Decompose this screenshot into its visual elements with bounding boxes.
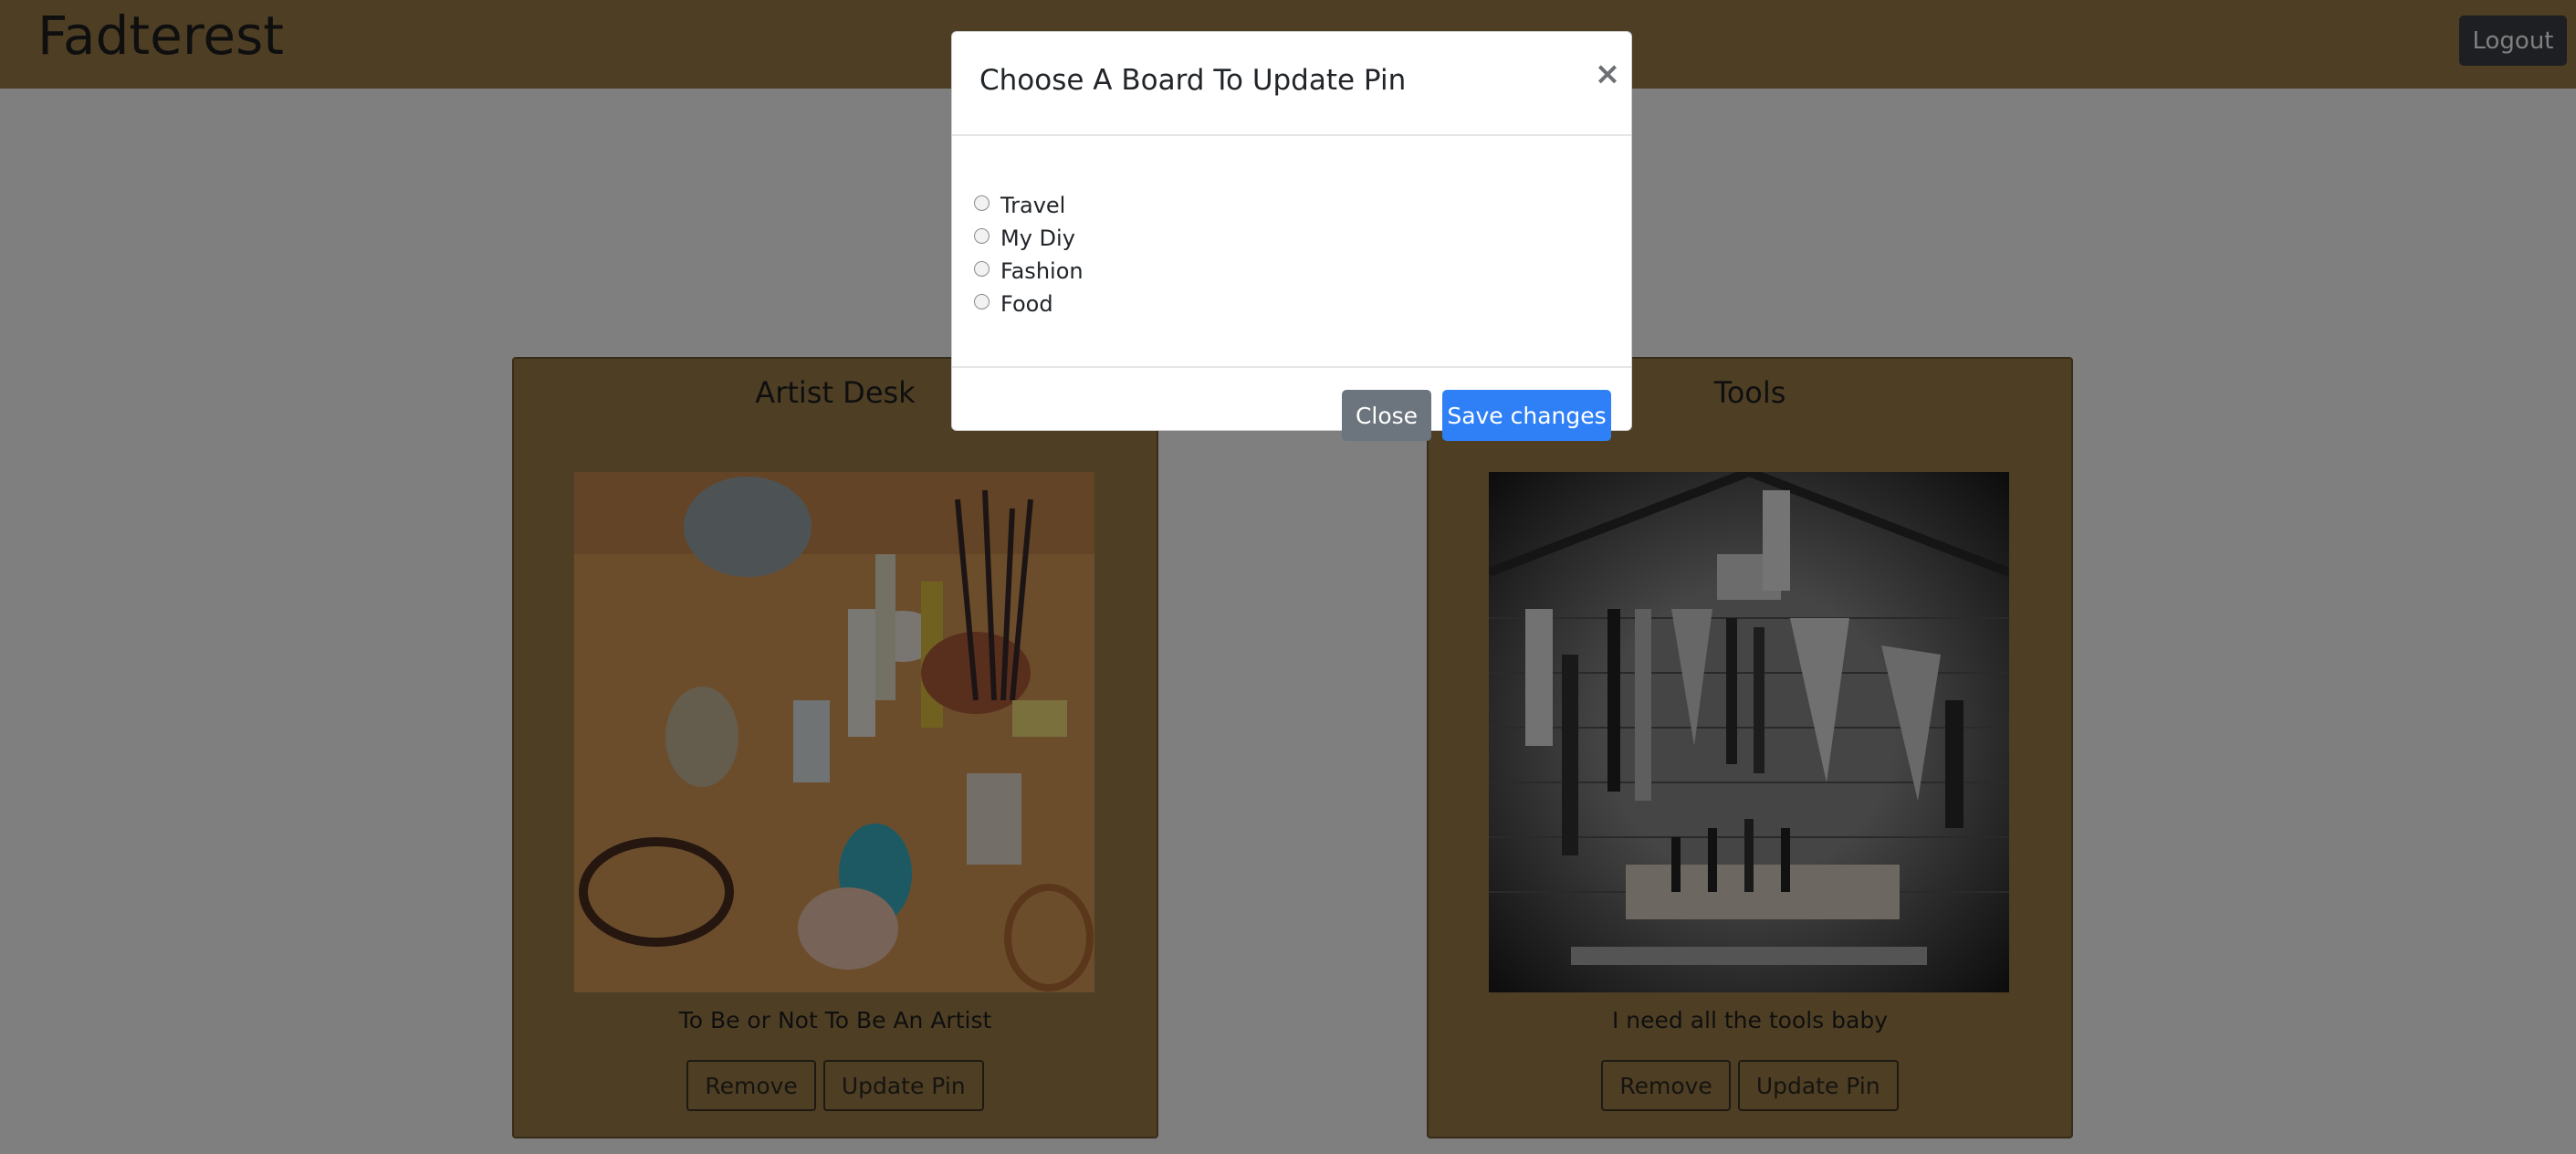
board-option-fashion[interactable]: Fashion bbox=[974, 255, 1084, 288]
radio-button[interactable] bbox=[974, 194, 990, 211]
board-option-food[interactable]: Food bbox=[974, 288, 1053, 320]
board-option-travel[interactable]: Travel bbox=[974, 189, 1065, 222]
close-icon[interactable]: × bbox=[1591, 56, 1624, 92]
modal-body: Travel My Diy Fashion Food bbox=[952, 138, 1631, 366]
modal-header: Choose A Board To Update Pin × bbox=[952, 32, 1631, 136]
close-button[interactable]: Close bbox=[1342, 390, 1431, 441]
board-option-label: My Diy bbox=[1000, 226, 1075, 251]
save-changes-button[interactable]: Save changes bbox=[1442, 390, 1611, 441]
board-option-my-diy[interactable]: My Diy bbox=[974, 222, 1075, 255]
board-option-label: Fashion bbox=[1000, 258, 1084, 284]
radio-button[interactable] bbox=[974, 293, 990, 309]
radio-button[interactable] bbox=[974, 227, 990, 244]
update-pin-modal: Choose A Board To Update Pin × Travel My… bbox=[951, 31, 1632, 441]
modal-footer: Close Save changes bbox=[952, 366, 1631, 441]
board-option-label: Food bbox=[1000, 291, 1053, 317]
board-option-label: Travel bbox=[1000, 193, 1066, 218]
modal-title: Choose A Board To Update Pin bbox=[979, 64, 1407, 97]
radio-button[interactable] bbox=[974, 260, 990, 277]
